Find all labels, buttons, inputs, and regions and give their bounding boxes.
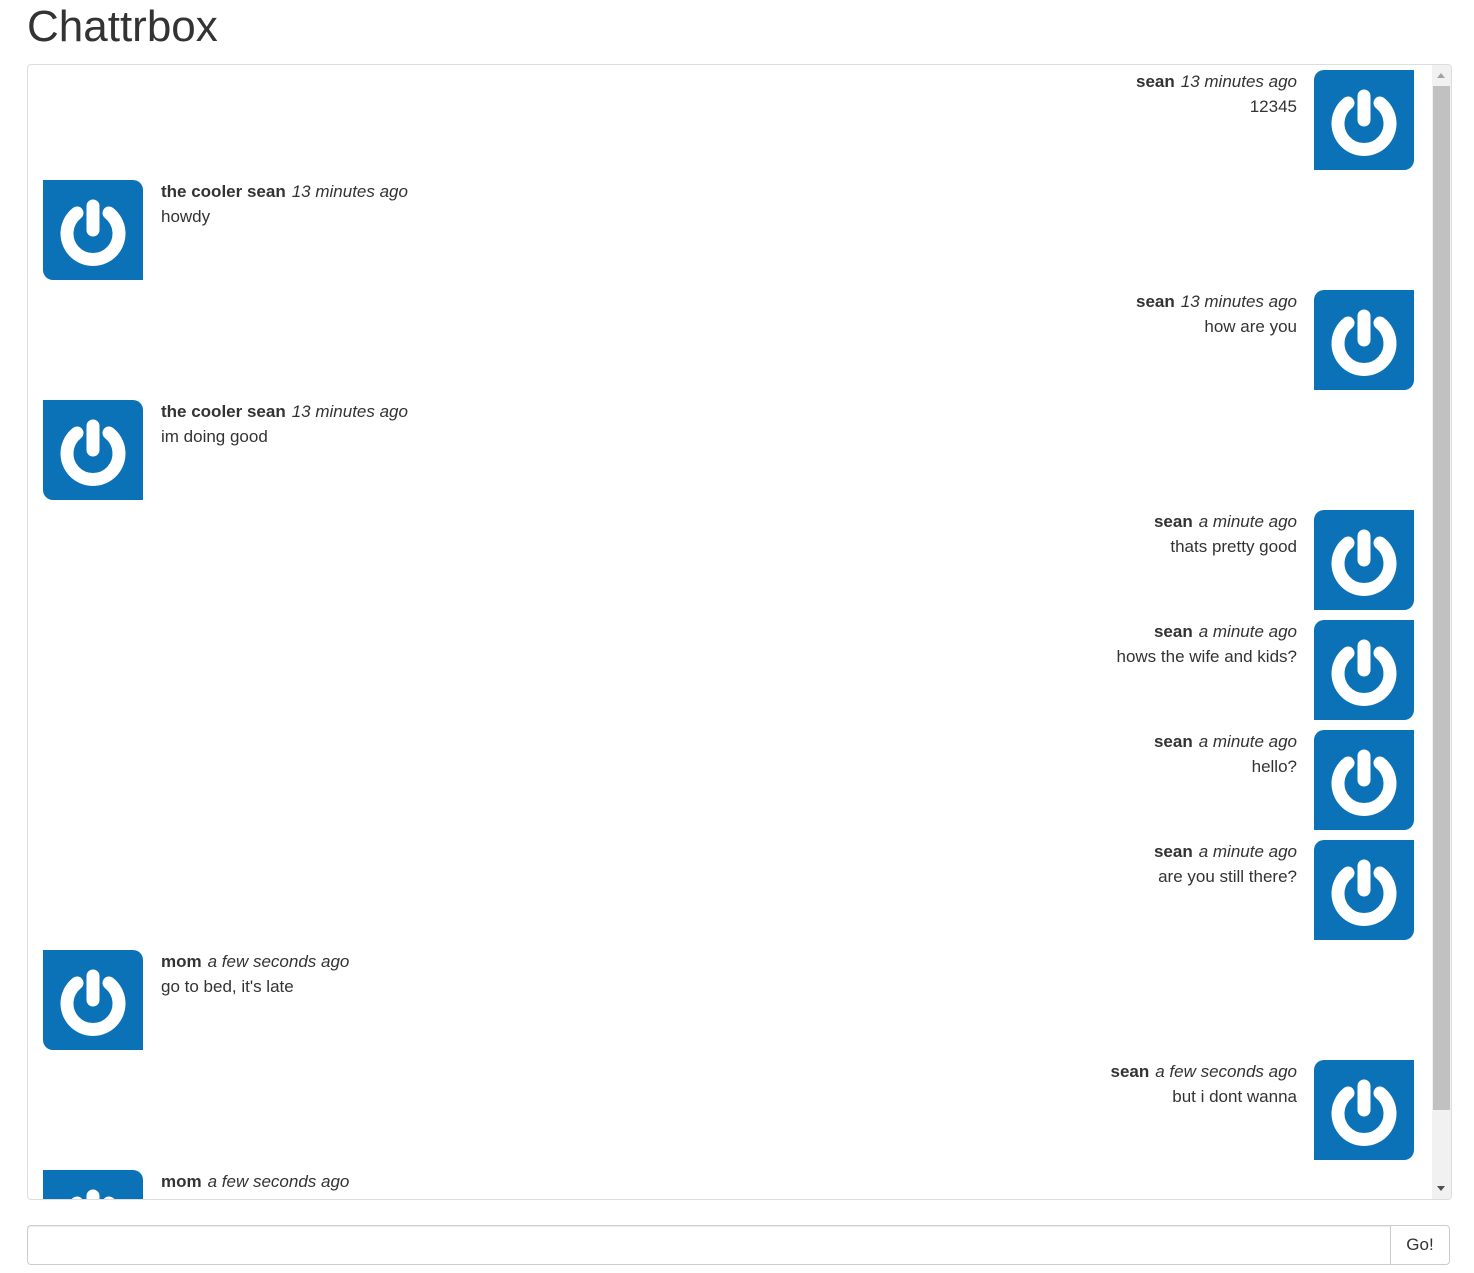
message-username: sean: [1153, 732, 1193, 751]
message-text: hows the wife and kids?: [1116, 647, 1298, 666]
message-timestamp: a minute ago: [1198, 622, 1297, 641]
power-icon: [1331, 859, 1397, 926]
message-username: the cooler sean: [161, 182, 286, 201]
message-text: how are you: [1204, 317, 1297, 336]
message-timestamp: 13 minutes ago: [291, 402, 408, 421]
message-text: are you still there?: [1158, 867, 1297, 886]
message-username: sean: [1110, 1062, 1150, 1081]
message-heading: mom a few seconds ago: [161, 950, 349, 974]
message-body: mom a few seconds ago: [161, 1170, 349, 1194]
message-heading: sean a minute ago: [1154, 510, 1297, 534]
chat-panel[interactable]: sean 13 minutes ago 12345 the cooler sean…: [27, 64, 1452, 1200]
message-list[interactable]: sean 13 minutes ago 12345 the cooler sean…: [28, 65, 1432, 1199]
message-text: but i dont wanna: [1172, 1087, 1297, 1106]
message-username: sean: [1136, 72, 1175, 91]
avatar: [1314, 1060, 1414, 1160]
power-icon: [60, 419, 126, 486]
avatar: [1314, 840, 1414, 940]
message-timestamp: 13 minutes ago: [1180, 292, 1297, 311]
avatar: [43, 1170, 143, 1199]
power-icon: [1331, 89, 1397, 156]
message-item: sean a minute ago hows the wife and kids?: [43, 620, 1414, 720]
message-body: sean a minute ago hello?: [1154, 730, 1297, 780]
message-text: im doing good: [161, 427, 268, 446]
message-timestamp: 13 minutes ago: [1180, 72, 1297, 91]
scroll-up-arrow-icon[interactable]: [1437, 73, 1445, 78]
message-body: the cooler sean 13 minutes ago howdy: [161, 180, 408, 230]
avatar: [1314, 510, 1414, 610]
message-item: the cooler sean 13 minutes ago howdy: [43, 180, 1414, 280]
power-icon: [60, 199, 126, 266]
scrollbar[interactable]: [1432, 65, 1451, 1199]
message-item: the cooler sean 13 minutes ago im doing g…: [43, 400, 1414, 500]
message-item: sean a few seconds ago but i dont wanna: [43, 1060, 1414, 1160]
message-timestamp: a few seconds ago: [1155, 1062, 1297, 1081]
message-item: sean 13 minutes ago how are you: [43, 290, 1414, 390]
message-heading: sean 13 minutes ago: [1136, 290, 1297, 314]
message-heading: sean a minute ago: [1154, 730, 1297, 754]
message-timestamp: 13 minutes ago: [291, 182, 408, 201]
message-timestamp: a minute ago: [1198, 842, 1297, 861]
message-text: go to bed, it's late: [161, 977, 294, 996]
message-body: sean a minute ago are you still there?: [1154, 840, 1297, 890]
message-timestamp: a few seconds ago: [207, 952, 350, 971]
message-heading: sean a few seconds ago: [1110, 1060, 1297, 1084]
scrollbar-thumb[interactable]: [1433, 86, 1450, 1110]
message-item: sean a minute ago thats pretty good: [43, 510, 1414, 610]
message-username: the cooler sean: [161, 402, 286, 421]
message-composer: Go!: [27, 1225, 1450, 1265]
avatar: [43, 180, 143, 280]
message-text: thats pretty good: [1170, 537, 1297, 556]
message-username: mom: [161, 952, 202, 971]
message-item: sean a minute ago hello?: [43, 730, 1414, 830]
message-heading: the cooler sean 13 minutes ago: [161, 180, 408, 204]
message-username: sean: [1153, 512, 1193, 531]
message-body: sean 13 minutes ago 12345: [1136, 70, 1297, 120]
avatar: [1314, 730, 1414, 830]
avatar: [1314, 70, 1414, 170]
message-username: mom: [161, 1172, 202, 1191]
message-body: mom a few seconds ago go to bed, it's lat…: [161, 950, 349, 1000]
message-heading: mom a few seconds ago: [161, 1170, 349, 1194]
message-username: sean: [1153, 842, 1193, 861]
power-icon: [1331, 639, 1397, 706]
power-icon: [1331, 309, 1397, 376]
message-heading: the cooler sean 13 minutes ago: [161, 400, 408, 424]
app-title: Chattrbox: [27, 2, 218, 51]
message-body: sean a minute ago hows the wife and kids?: [1117, 620, 1298, 670]
message-item: mom a few seconds ago: [43, 1170, 1414, 1199]
power-icon: [1331, 749, 1397, 816]
message-text: 12345: [1249, 97, 1297, 116]
scroll-down-arrow-icon[interactable]: [1437, 1186, 1445, 1191]
message-item: sean a minute ago are you still there?: [43, 840, 1414, 940]
message-text: howdy: [161, 207, 211, 226]
avatar: [1314, 290, 1414, 390]
message-body: sean 13 minutes ago how are you: [1136, 290, 1297, 340]
message-heading: sean a minute ago: [1117, 620, 1297, 644]
avatar: [43, 950, 143, 1050]
message-username: sean: [1153, 622, 1193, 641]
message-item: sean 13 minutes ago 12345: [43, 70, 1414, 170]
message-timestamp: a minute ago: [1198, 512, 1297, 531]
message-body: sean a few seconds ago but i dont wanna: [1110, 1060, 1297, 1110]
message-username: sean: [1136, 292, 1175, 311]
message-input[interactable]: [27, 1225, 1390, 1265]
message-timestamp: a few seconds ago: [207, 1172, 350, 1191]
avatar: [1314, 620, 1414, 720]
message-body: the cooler sean 13 minutes ago im doing g…: [161, 400, 408, 450]
send-button[interactable]: Go!: [1390, 1225, 1450, 1265]
message-item: mom a few seconds ago go to bed, it's lat…: [43, 950, 1414, 1050]
power-icon: [60, 969, 126, 1036]
message-text: hello?: [1251, 757, 1297, 776]
power-icon: [1331, 529, 1397, 596]
power-icon: [71, 1189, 115, 1199]
power-icon: [1331, 1079, 1397, 1146]
message-body: sean a minute ago thats pretty good: [1154, 510, 1297, 560]
avatar: [43, 400, 143, 500]
message-timestamp: a minute ago: [1198, 732, 1297, 751]
message-heading: sean a minute ago: [1154, 840, 1297, 864]
message-heading: sean 13 minutes ago: [1136, 70, 1297, 94]
